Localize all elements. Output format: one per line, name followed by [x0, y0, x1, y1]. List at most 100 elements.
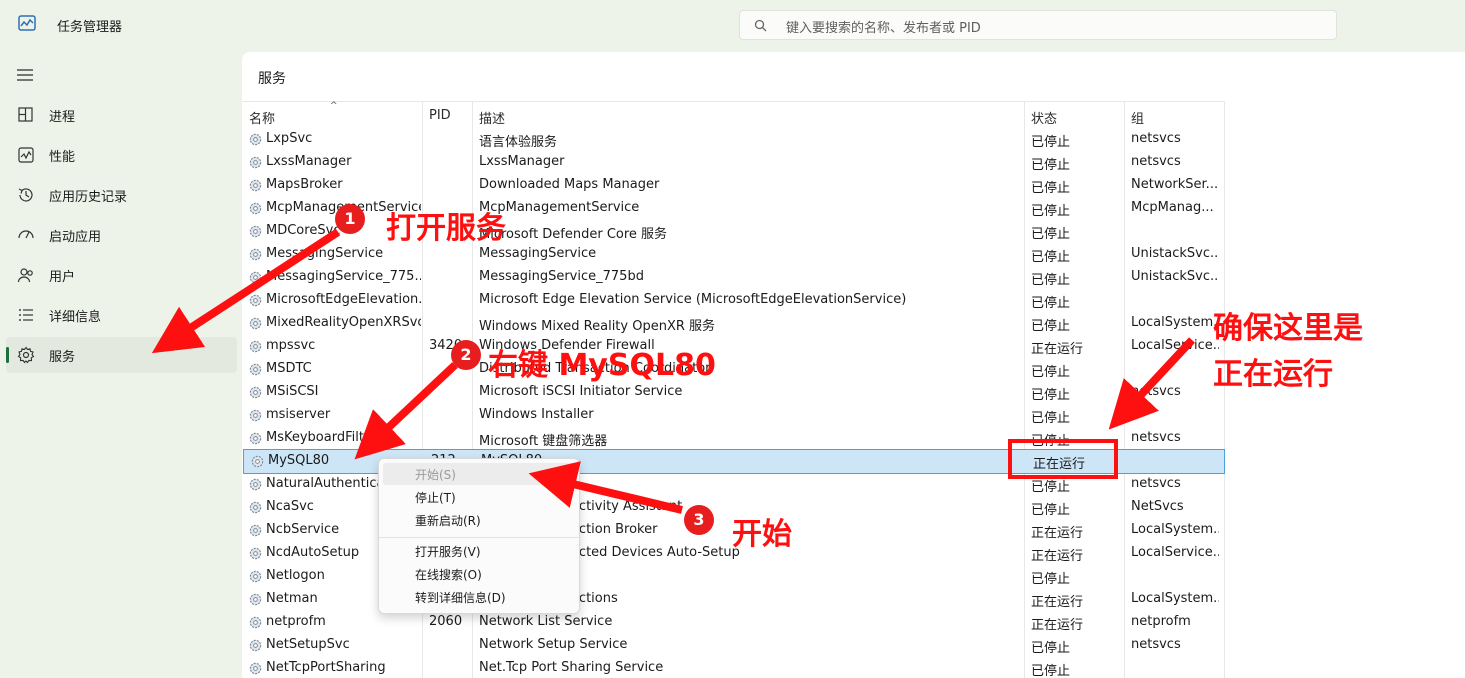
- service-description: 语言体验服务: [479, 135, 558, 150]
- column-header-group[interactable]: 组: [1131, 108, 1144, 127]
- service-group: netsvcs: [1131, 476, 1181, 491]
- sidebar-item-users[interactable]: 用户: [6, 257, 237, 293]
- sidebar-item-label: 详细信息: [49, 310, 102, 325]
- table-row[interactable]: MSiSCSI Microsoft iSCSI Initiator Service…: [242, 381, 1225, 404]
- service-group: netsvcs: [1131, 384, 1181, 399]
- service-status: 已停止: [1031, 181, 1071, 196]
- service-gear-icon: [249, 271, 262, 284]
- service-status: 已停止: [1031, 135, 1071, 150]
- menu-item-search-online[interactable]: 在线搜索(O): [383, 563, 575, 585]
- table-row[interactable]: MessagingService_775... MessagingService_…: [242, 266, 1225, 289]
- service-gear-icon: [249, 547, 262, 560]
- service-status: 已停止: [1031, 227, 1071, 242]
- service-gear-icon: [251, 455, 264, 468]
- service-description: Microsoft Defender Core 服务: [479, 227, 668, 242]
- status-highlight-box: [1008, 439, 1118, 479]
- search-placeholder: 键入要搜索的名称、发布者或 PID: [786, 21, 981, 36]
- service-description: Windows Installer: [479, 407, 594, 422]
- service-status: 已停止: [1031, 503, 1071, 518]
- service-description: Windows Mixed Reality OpenXR 服务: [479, 319, 716, 334]
- table-row[interactable]: msiserver Windows Installer 已停止: [242, 404, 1225, 427]
- table-row[interactable]: MixedRealityOpenXRSvc Windows Mixed Reali…: [242, 312, 1225, 335]
- column-header-status[interactable]: 状态: [1031, 108, 1057, 127]
- table-header: ^ 名称 PID 描述 状态 组: [242, 101, 1225, 128]
- service-description: MessagingService_775bd: [479, 269, 644, 284]
- context-menu: 开始(S) 停止(T) 重新启动(R) 打开服务(V) 在线搜索(O) 转到详细…: [378, 458, 580, 614]
- menu-icon[interactable]: [17, 68, 33, 82]
- service-name: MsKeyboardFilter: [266, 430, 378, 445]
- service-group: LocalService...: [1131, 545, 1219, 560]
- service-description: Network Setup Service: [479, 637, 628, 652]
- table-row[interactable]: LxssManager LxssManager 已停止 netsvcs: [242, 151, 1225, 174]
- service-name: MSDTC: [266, 361, 312, 376]
- service-name: MixedRealityOpenXRSvc: [266, 315, 421, 330]
- sidebar-item-details[interactable]: 详细信息: [6, 297, 237, 333]
- service-group: LocalService...: [1131, 338, 1219, 353]
- table-row[interactable]: netprofm 2060 Network List Service 正在运行 netp…: [242, 611, 1225, 634]
- sort-ascending-icon: ^: [330, 101, 338, 111]
- table-row[interactable]: mpssvc 3420 Windows Defender Firewall 正在运行 L…: [242, 335, 1225, 358]
- column-header-name[interactable]: 名称: [249, 108, 275, 127]
- column-header-description[interactable]: 描述: [479, 108, 505, 127]
- service-gear-icon: [249, 478, 262, 491]
- startup-apps-icon: [18, 230, 34, 239]
- service-name: MicrosoftEdgeElevation...: [266, 292, 421, 307]
- active-indicator: [6, 347, 9, 363]
- sidebar-item-label: 进程: [49, 110, 76, 125]
- service-group: LocalSystem...: [1131, 591, 1219, 606]
- menu-item-go-to-details[interactable]: 转到详细信息(D): [383, 586, 575, 608]
- service-gear-icon: [249, 662, 262, 675]
- menu-item-restart[interactable]: 重新启动(R): [383, 509, 575, 531]
- service-gear-icon: [249, 386, 262, 399]
- service-gear-icon: [249, 593, 262, 606]
- sidebar-item-startup-apps[interactable]: 启动应用: [6, 217, 237, 253]
- service-status: 已停止: [1031, 388, 1071, 403]
- column-header-pid[interactable]: PID: [429, 108, 451, 123]
- service-description: MessagingService: [479, 246, 597, 261]
- service-description: Microsoft iSCSI Initiator Service: [479, 384, 683, 399]
- service-gear-icon: [249, 363, 262, 376]
- service-group: NetSvcs: [1131, 499, 1184, 514]
- step-3-label: 开始: [732, 517, 792, 552]
- table-row[interactable]: MSDTC Distributed Transaction Coordinator…: [242, 358, 1225, 381]
- sidebar-item-services[interactable]: 服务: [6, 337, 237, 373]
- service-name: MessagingService_775...: [266, 269, 421, 284]
- service-group: LocalSystem...: [1131, 522, 1219, 537]
- service-name: netprofm: [266, 614, 326, 629]
- note-line-1: 确保这里是: [1213, 311, 1363, 346]
- menu-item-open-services[interactable]: 打开服务(V): [383, 540, 575, 562]
- services-icon: [17, 346, 35, 364]
- page-title: 服务: [258, 71, 286, 87]
- details-icon: [19, 309, 33, 321]
- service-status: 已停止: [1031, 411, 1071, 426]
- service-group: UnistackSvc...: [1131, 269, 1219, 284]
- table-row[interactable]: MapsBroker Downloaded Maps Manager 已停止 Netw…: [242, 174, 1225, 197]
- menu-item-label: 重新启动(R): [415, 514, 481, 528]
- table-row[interactable]: NetSetupSvc Network Setup Service 已停止 netsv…: [242, 634, 1225, 657]
- service-status: 正在运行: [1031, 526, 1084, 541]
- service-gear-icon: [249, 225, 262, 238]
- service-gear-icon: [249, 317, 262, 330]
- service-pid: 2060: [429, 614, 463, 629]
- service-status: 已停止: [1031, 572, 1071, 587]
- service-gear-icon: [249, 248, 262, 261]
- menu-item-stop[interactable]: 停止(T): [383, 486, 575, 508]
- search-input[interactable]: 键入要搜索的名称、发布者或 PID: [739, 10, 1337, 40]
- table-row[interactable]: NetTcpPortSharing Net.Tcp Port Sharing Se…: [242, 657, 1225, 678]
- menu-item-start[interactable]: 开始(S): [383, 463, 575, 485]
- step-1-label: 打开服务: [386, 211, 506, 246]
- sidebar-item-performance[interactable]: 性能: [6, 137, 237, 173]
- service-description: LxssManager: [479, 154, 565, 169]
- service-group: McpManag...: [1131, 200, 1214, 215]
- table-row[interactable]: MicrosoftEdgeElevation... Microsoft Edge …: [242, 289, 1225, 312]
- service-group: netsvcs: [1131, 154, 1181, 169]
- step-2-label: 右键 MySQL80: [488, 348, 716, 383]
- sidebar-item-label: 启动应用: [49, 230, 102, 245]
- menu-divider: [379, 537, 579, 538]
- sidebar-item-processes[interactable]: 进程: [6, 97, 237, 133]
- app-title: 任务管理器: [57, 20, 123, 35]
- menu-item-label: 停止(T): [415, 491, 456, 505]
- service-group: netsvcs: [1131, 637, 1181, 652]
- sidebar-item-app-history[interactable]: 应用历史记录: [6, 177, 237, 213]
- table-row[interactable]: LxpSvc 语言体验服务 已停止 netsvcs: [242, 128, 1225, 151]
